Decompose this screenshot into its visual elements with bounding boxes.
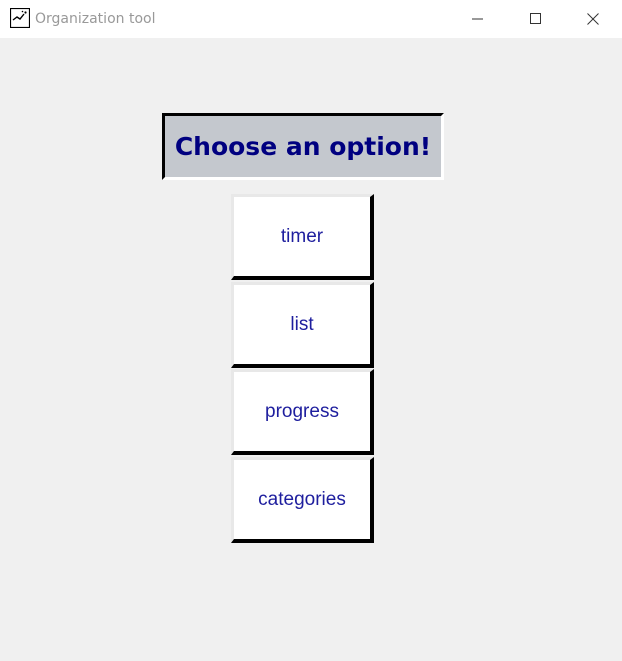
title-bar[interactable]: Organization tool — [0, 0, 622, 38]
heading-label: Choose an option! — [162, 113, 444, 180]
list-button[interactable]: list — [231, 282, 374, 368]
close-icon — [587, 13, 599, 25]
window-client-area: Choose an option! timer list progress ca… — [0, 38, 622, 661]
timer-button[interactable]: timer — [231, 194, 374, 280]
window-title: Organization tool — [35, 11, 156, 27]
categories-button[interactable]: categories — [231, 457, 374, 543]
progress-button[interactable]: progress — [231, 369, 374, 455]
close-button[interactable] — [564, 0, 622, 38]
minimize-button[interactable] — [449, 0, 507, 38]
maximize-button[interactable] — [507, 0, 565, 38]
minimize-icon — [472, 13, 484, 25]
maximize-icon — [530, 13, 542, 25]
app-window-icon — [9, 7, 31, 29]
